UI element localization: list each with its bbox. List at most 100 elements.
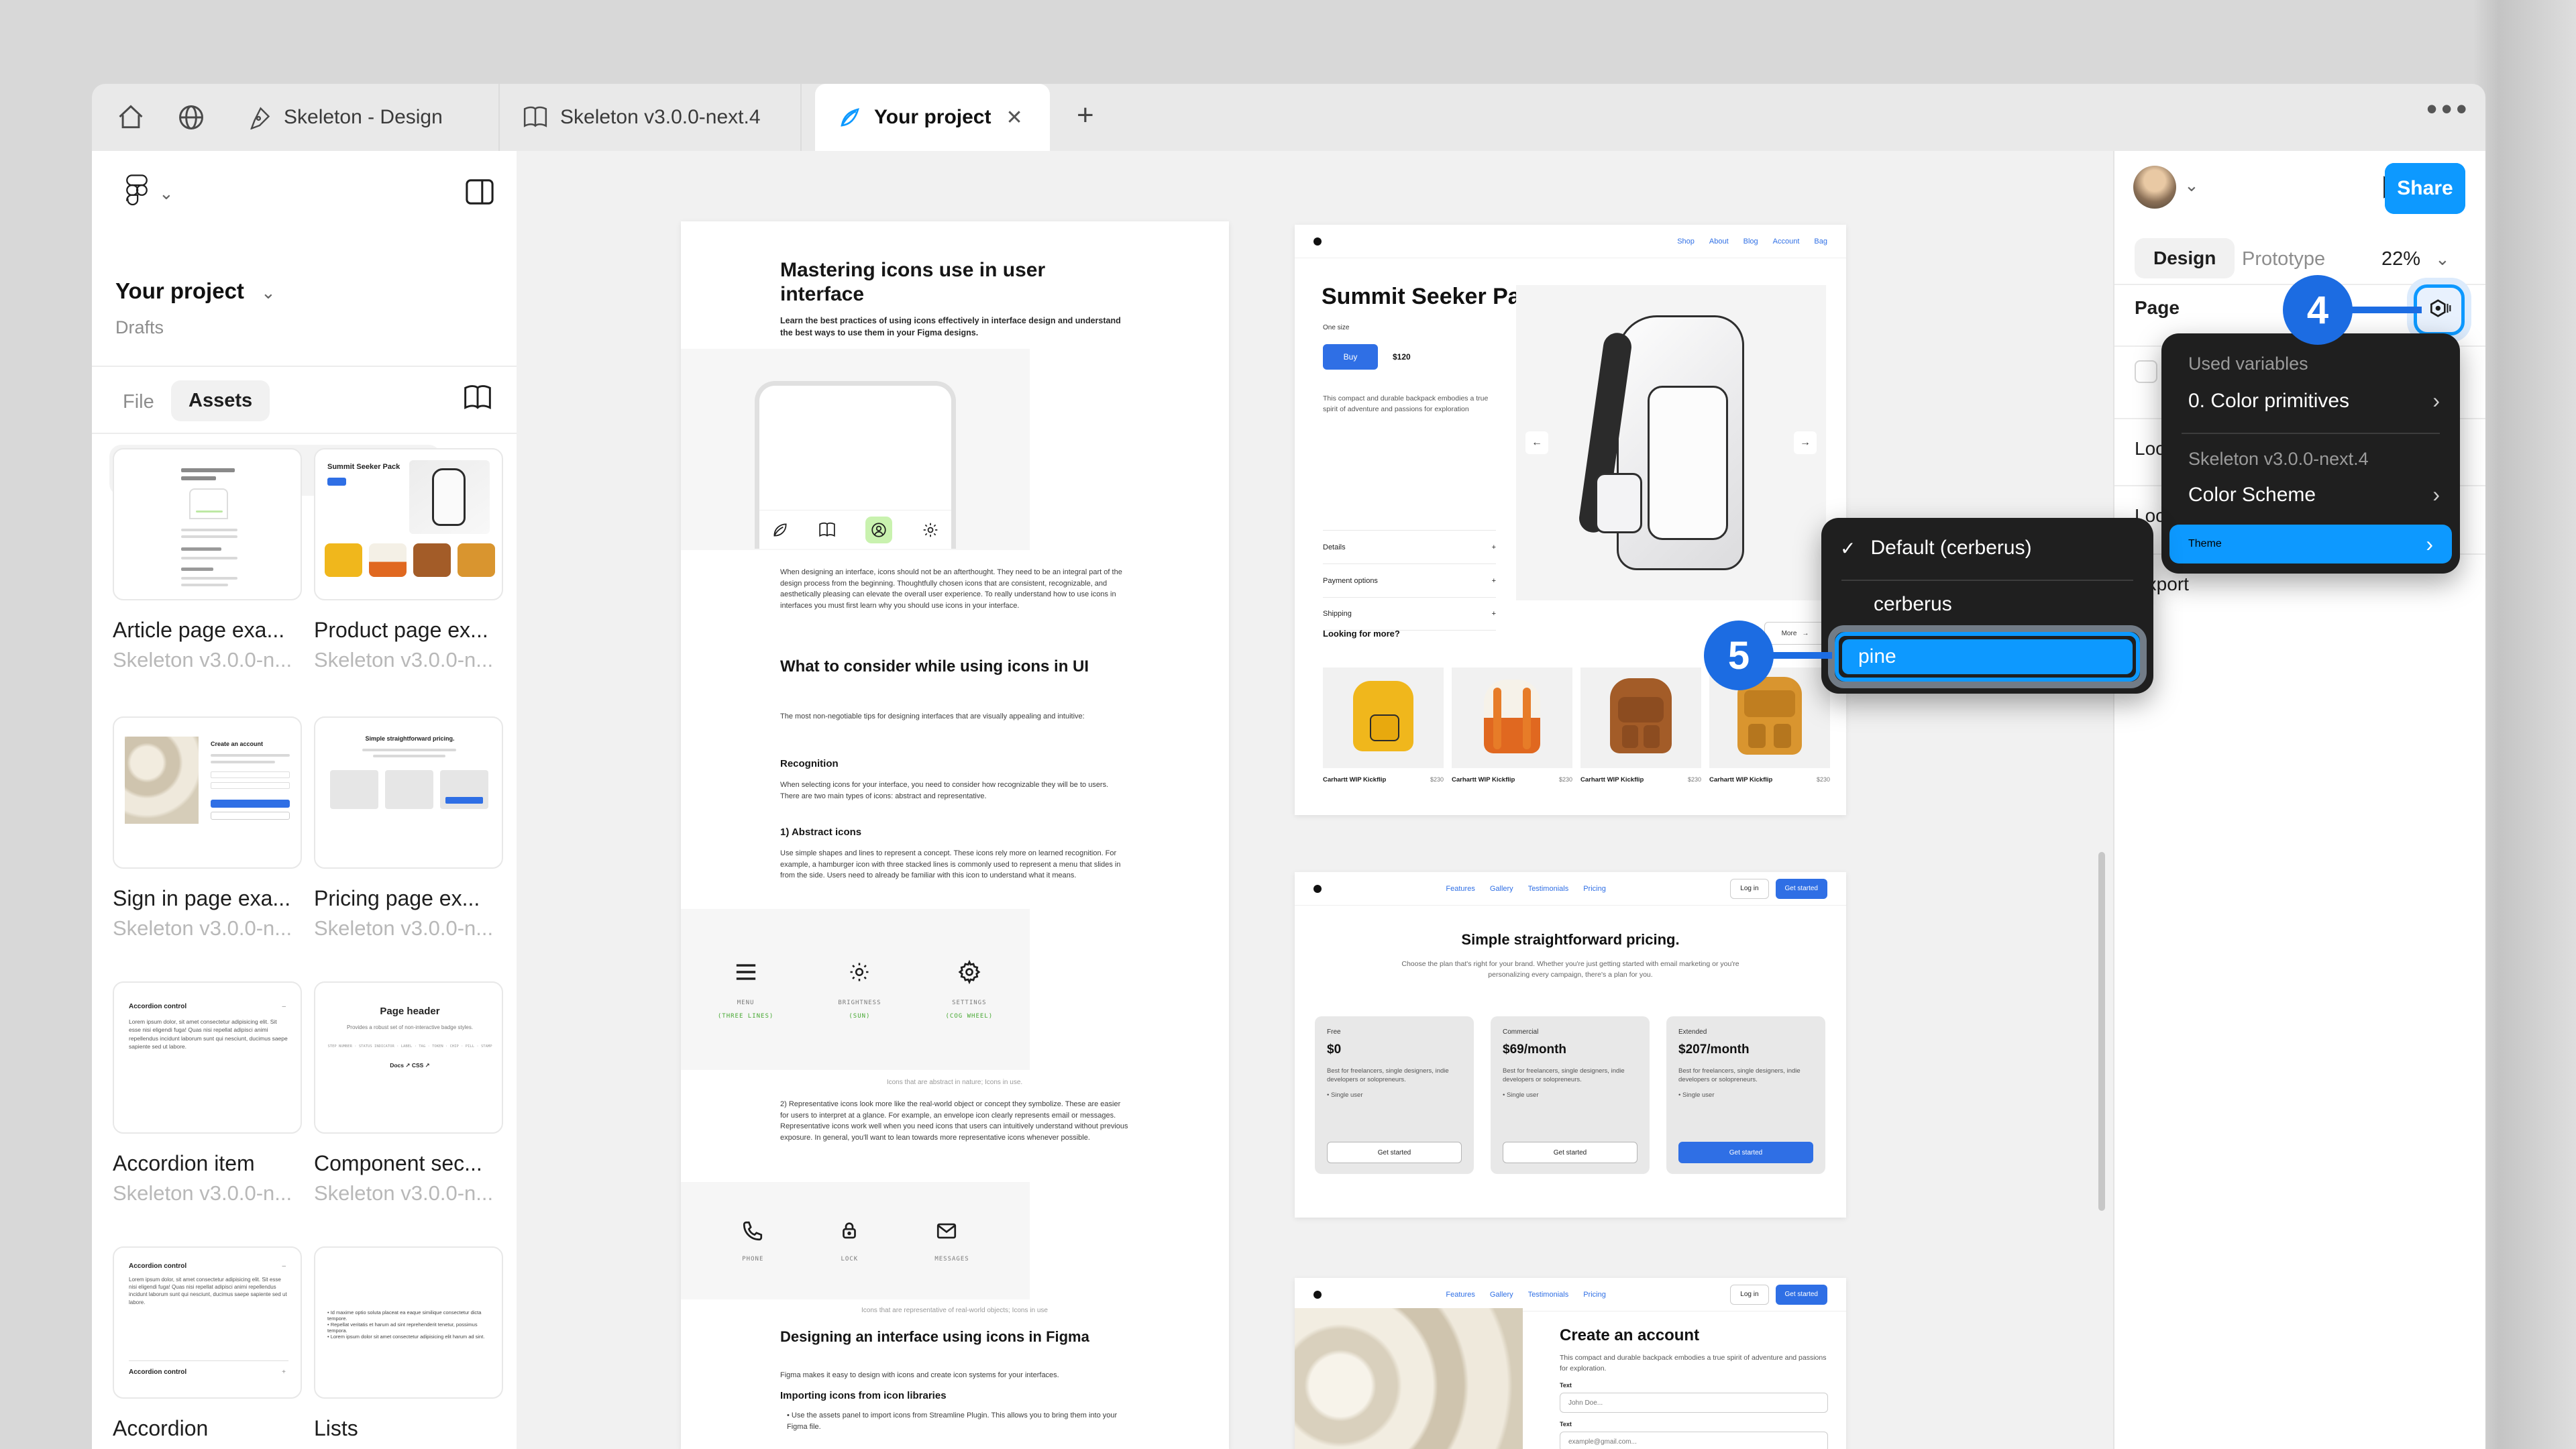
tab-assets[interactable]: Assets <box>171 380 270 421</box>
menu-item-cerberus[interactable]: cerberus <box>1874 593 1952 616</box>
signup-desc: This compact and durable backpack embodi… <box>1560 1354 1827 1373</box>
get-started-button[interactable]: Get started <box>1775 878 1827 899</box>
book-icon <box>819 522 835 537</box>
product-image: ← → <box>1516 285 1826 600</box>
asset-card-lists[interactable]: • Id maxime optio soluta placeat ea eaqu… <box>314 1246 503 1449</box>
nav-link[interactable]: Testimonials <box>1528 885 1569 893</box>
variables-hexagon-icon <box>2430 299 2451 317</box>
nav-link[interactable]: Features <box>1446 1291 1474 1299</box>
asset-card-signin[interactable]: Create an account Sign in page exa... Sk… <box>113 716 302 941</box>
plan-get-started-button[interactable]: Get started <box>1678 1142 1813 1163</box>
chevron-down-icon[interactable]: ⌄ <box>261 282 276 303</box>
design-canvas[interactable]: Mastering icons use in user interface Le… <box>517 151 2113 1449</box>
asset-card-product[interactable]: Summit Seeker Pack Product page ex... Sk… <box>314 448 503 672</box>
buy-button[interactable]: Buy <box>1323 344 1378 370</box>
accordion-shipping[interactable]: Shipping + <box>1323 597 1496 631</box>
frame-article-page[interactable]: Mastering icons use in user interface Le… <box>681 221 1229 1449</box>
login-button[interactable]: Log in <box>1730 1284 1769 1305</box>
nav-link[interactable]: Gallery <box>1490 1291 1513 1299</box>
nav-link[interactable]: Features <box>1446 885 1474 893</box>
canvas-scrollbar[interactable] <box>2098 852 2105 1211</box>
asset-card-accordion[interactable]: Accordion control – Lorem ipsum dolor, s… <box>113 1246 302 1449</box>
related-product-card[interactable]: Carhartt WIP Kickflip $230 <box>1580 667 1701 784</box>
nav-link[interactable]: About <box>1709 237 1729 246</box>
nav-link[interactable]: Bag <box>1814 237 1827 246</box>
nav-link[interactable]: Testimonials <box>1528 1291 1569 1299</box>
project-title[interactable]: Your project <box>115 278 244 304</box>
new-tab-button[interactable]: + <box>1077 99 1094 132</box>
signup-hero-image <box>1295 1308 1523 1449</box>
menu-item-color-primitives[interactable]: 0. Color primitives › <box>2188 388 2440 413</box>
page-color-swatch[interactable] <box>2135 360 2157 383</box>
zoom-level[interactable]: 22% <box>2381 248 2420 270</box>
asset-card-accordion-item[interactable]: Accordion control – Lorem ipsum dolor, s… <box>113 981 302 1205</box>
chevron-down-icon[interactable]: ⌄ <box>2435 249 2450 270</box>
figma-logo-icon[interactable] <box>125 174 148 207</box>
tab-prototype[interactable]: Prototype <box>2242 248 2325 270</box>
menu-item-default-cerberus[interactable]: ✓ Default (cerberus) <box>1840 537 2032 559</box>
more-button[interactable]: More → <box>1764 622 1826 645</box>
menu-item-theme[interactable]: Theme › <box>2169 525 2452 564</box>
related-product-card[interactable]: Carhartt WIP Kickflip $230 <box>1323 667 1444 784</box>
tab-skeleton-library[interactable]: Skeleton v3.0.0-next.4 <box>500 84 802 151</box>
plan-get-started-button[interactable]: Get started <box>1503 1142 1638 1163</box>
name-field[interactable] <box>1560 1393 1828 1413</box>
asset-card-pricing[interactable]: Simple straightforward pricing. Pricing … <box>314 716 503 941</box>
article-paragraph: When designing an interface, icons shoul… <box>780 568 1122 610</box>
nav-link[interactable]: Pricing <box>1583 885 1606 893</box>
home-icon[interactable] <box>111 97 151 138</box>
collapse-panel-icon[interactable] <box>464 178 495 206</box>
representative-icons-figure: PHONE LOCK MESSAGES <box>681 1182 1030 1299</box>
frame-pricing-page[interactable]: Features Gallery Testimonials Pricing Lo… <box>1295 872 1846 1218</box>
tab-file[interactable]: File <box>123 391 154 413</box>
tab-label: Your project <box>874 106 991 128</box>
asset-card-component-section[interactable]: Page header Provides a robust set of non… <box>314 981 503 1205</box>
plan-tier: Free <box>1327 1028 1341 1036</box>
article-h3-importing: Importing icons from icon libraries <box>780 1390 947 1401</box>
draft-feather-icon <box>841 108 859 127</box>
chevron-down-icon[interactable]: ⌄ <box>159 183 174 204</box>
avatar[interactable] <box>2133 166 2176 209</box>
nav-link[interactable]: Shop <box>1677 237 1695 246</box>
globe-icon[interactable] <box>171 97 211 138</box>
login-button[interactable]: Log in <box>1730 878 1769 899</box>
hamburger-menu-icon <box>718 959 773 985</box>
share-button[interactable]: Share <box>2385 163 2465 214</box>
asset-thumbnail: Summit Seeker Pack <box>314 448 503 600</box>
nav-link[interactable]: Blog <box>1743 237 1758 246</box>
accordion-details[interactable]: Details + <box>1323 530 1496 564</box>
carousel-prev-button[interactable]: ← <box>1525 431 1548 454</box>
menu-item-pine[interactable]: pine <box>1842 639 2133 674</box>
plan-get-started-button[interactable]: Get started <box>1327 1142 1462 1163</box>
get-started-button[interactable]: Get started <box>1775 1284 1827 1305</box>
nav-link[interactable]: Account <box>1773 237 1800 246</box>
related-product-card[interactable]: Carhartt WIP Kickflip $230 <box>1452 667 1572 784</box>
tab-design[interactable]: Design <box>2135 238 2235 278</box>
menu-item-color-scheme[interactable]: Color Scheme › <box>2188 482 2440 507</box>
nav-link[interactable]: Gallery <box>1490 885 1513 893</box>
section-page: Page <box>2135 297 2180 318</box>
frame-signup-page[interactable]: Features Gallery Testimonials Pricing Lo… <box>1295 1278 1846 1449</box>
tab-skeleton-design[interactable]: Skeleton - Design <box>225 84 500 151</box>
related-price: $230 <box>1558 776 1572 783</box>
carousel-next-button[interactable]: → <box>1794 431 1817 454</box>
asset-title: Accordion <box>113 1416 209 1440</box>
library-book-icon[interactable] <box>462 383 493 413</box>
nav-link[interactable]: Pricing <box>1583 1291 1606 1299</box>
chevron-down-icon[interactable]: ⌄ <box>2184 175 2199 196</box>
article-h2b-sub: Figma makes it easy to design with icons… <box>780 1371 1059 1379</box>
abstract-icons-figure: MENU (THREE LINES) BRIGHTNESS (SUN) SETT… <box>681 909 1030 1070</box>
product-size: One size <box>1323 324 1350 331</box>
tab-label: Skeleton v3.0.0-next.4 <box>560 106 761 128</box>
step-badge-4: 4 <box>2283 275 2353 345</box>
asset-thumbnail <box>113 448 302 600</box>
tab-your-project[interactable]: Your project ✕ <box>815 84 1050 151</box>
frame-product-page[interactable]: Shop About Blog Account Bag Summit Seeke… <box>1295 225 1846 815</box>
asset-subtitle: Skeleton v3.0.0-n... <box>113 648 292 672</box>
accordion-payment[interactable]: Payment options + <box>1323 564 1496 597</box>
gear-icon <box>923 523 938 537</box>
close-tab-icon[interactable]: ✕ <box>1003 106 1025 129</box>
asset-card-article[interactable]: Article page exa... Skeleton v3.0.0-n... <box>113 448 302 672</box>
email-field[interactable] <box>1560 1432 1828 1449</box>
overflow-menu-icon[interactable]: ••• <box>2426 91 2471 127</box>
